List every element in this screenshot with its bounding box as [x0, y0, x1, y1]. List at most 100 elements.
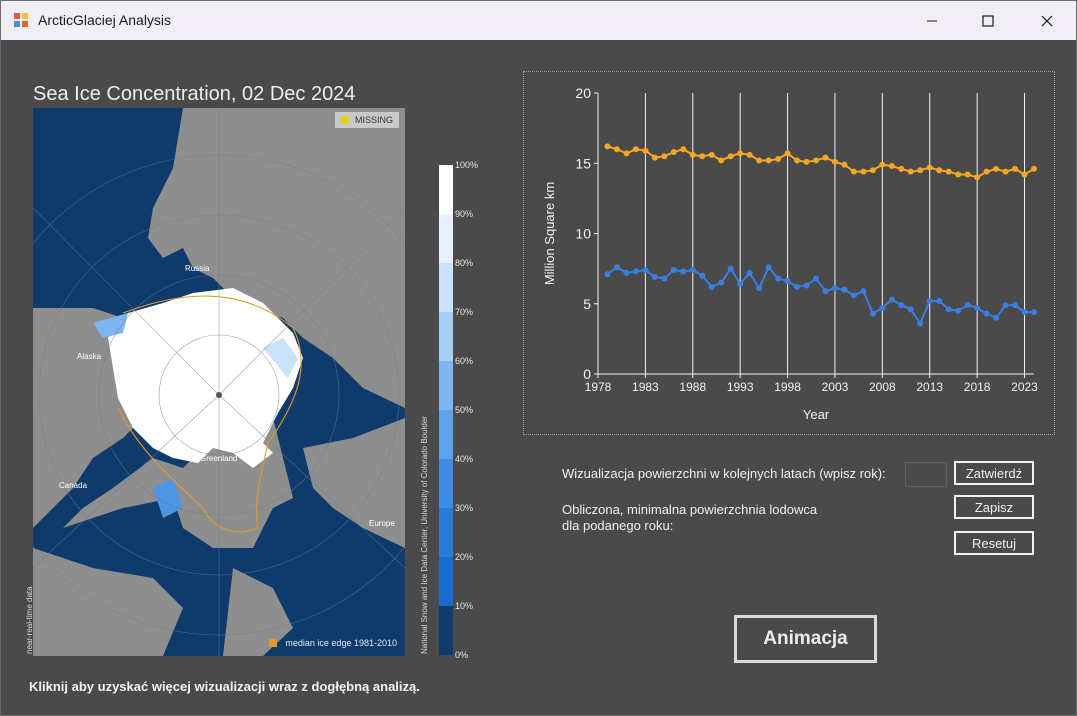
data-point: [727, 265, 734, 272]
data-point: [613, 264, 620, 271]
data-point: [737, 281, 744, 288]
title-bar[interactable]: ArcticGlaciej Analysis: [1, 1, 1076, 40]
data-point: [993, 165, 1000, 172]
data-point: [813, 157, 819, 164]
missing-swatch: [340, 116, 349, 124]
data-point: [1021, 309, 1028, 316]
data-point: [926, 164, 933, 171]
y-tick-label: 5: [583, 296, 591, 312]
data-point: [765, 264, 772, 271]
data-point: [964, 171, 971, 178]
colorbar-tick: 100%: [455, 160, 479, 170]
colorbar-tick: 40%: [455, 454, 474, 464]
colorbar-segment: [439, 459, 453, 508]
data-point: [651, 154, 658, 161]
data-point: [907, 306, 914, 313]
data-point: [813, 275, 819, 282]
data-point: [803, 158, 810, 165]
x-tick-label: 1998: [774, 380, 801, 394]
data-point: [841, 161, 848, 168]
data-point: [756, 157, 763, 164]
maximize-button[interactable]: [964, 1, 1012, 40]
data-point: [670, 267, 677, 274]
x-tick-label: 1983: [632, 380, 659, 394]
map-frame[interactable]: Russia Alaska Greenland Canada Europe MI…: [33, 108, 405, 656]
reset-button[interactable]: Resetuj: [954, 531, 1034, 555]
x-axis-title: Year: [803, 407, 830, 422]
data-point: [917, 167, 924, 174]
app-window: ArcticGlaciej Analysis Sea Ice Concentra…: [0, 0, 1077, 716]
y-tick-label: 15: [575, 155, 591, 171]
region-label-europe: Europe: [369, 519, 395, 528]
map-hint-text[interactable]: Kliknij aby uzyskać więcej wizualizacji …: [29, 679, 420, 694]
data-point: [983, 310, 990, 317]
data-point: [661, 275, 668, 282]
sea-ice-map[interactable]: Sea Ice Concentration, 02 Dec 2024 Russi…: [23, 76, 488, 661]
data-point: [1002, 168, 1009, 175]
data-point: [860, 288, 867, 295]
colorbar-segment: [439, 508, 453, 557]
region-label-canada: Canada: [59, 481, 88, 490]
submit-button[interactable]: Zatwierdź: [954, 461, 1034, 485]
colorbar-tick: 60%: [455, 356, 474, 366]
visualize-label: Wizualizacja powierzchni w kolejnych lat…: [562, 466, 886, 481]
x-tick-label: 2003: [822, 380, 849, 394]
animate-button[interactable]: Animacja: [734, 615, 877, 663]
data-point: [850, 168, 857, 175]
data-point: [661, 153, 668, 160]
colorbar-tick: 50%: [455, 405, 474, 415]
data-point: [926, 297, 933, 304]
data-point: [623, 150, 630, 157]
missing-label: MISSING: [354, 115, 393, 125]
data-point: [794, 283, 801, 290]
colorbar-segment: [439, 214, 453, 263]
data-point: [879, 304, 886, 311]
data-point: [917, 320, 924, 327]
colorbar-tick: 70%: [455, 307, 474, 317]
data-point: [974, 174, 981, 181]
region-label-alaska: Alaska: [77, 352, 102, 361]
missing-legend: MISSING: [334, 112, 399, 128]
colorbar-segment: [439, 312, 453, 361]
data-point: [1031, 165, 1037, 172]
data-point: [756, 285, 763, 292]
data-point: [746, 269, 753, 276]
data-point: [794, 157, 801, 164]
save-button[interactable]: Zapisz: [954, 495, 1034, 519]
data-point: [680, 268, 687, 275]
colorbar: [439, 165, 453, 655]
close-icon: [1041, 15, 1053, 26]
data-point: [775, 275, 782, 282]
app-icon: [14, 13, 28, 27]
data-point: [718, 157, 725, 164]
data-point: [604, 143, 611, 150]
colorbar-segment: [439, 263, 453, 312]
arctic-map-graphic: [33, 108, 405, 656]
data-point: [983, 168, 990, 175]
data-point: [737, 150, 744, 157]
data-point: [651, 274, 658, 281]
colorbar-tick: 80%: [455, 258, 474, 268]
colorbar-tick: 20%: [455, 552, 474, 562]
colorbar-segment: [439, 557, 453, 606]
data-point: [623, 269, 630, 276]
data-point: [699, 153, 706, 160]
data-point: [888, 296, 895, 303]
data-point: [689, 267, 696, 274]
data-point: [642, 147, 649, 154]
maximize-icon: [982, 14, 994, 27]
colorbar-segment: [439, 410, 453, 459]
colorbar-tick: 10%: [455, 601, 474, 611]
colorbar-tick: 90%: [455, 209, 474, 219]
data-point: [784, 278, 791, 285]
data-point: [841, 286, 848, 293]
data-point: [898, 302, 905, 309]
minimize-button[interactable]: [908, 1, 956, 40]
year-input[interactable]: [905, 462, 947, 487]
data-point: [822, 288, 829, 295]
ice-extent-chart: 1978 1983 1988 1993 1998 2003 2008 2013 2018 2023…: [523, 71, 1055, 435]
data-point: [945, 168, 952, 175]
colorbar-segment: [439, 165, 453, 214]
x-tick-label: 1978: [585, 380, 612, 394]
close-button[interactable]: [1023, 1, 1071, 40]
